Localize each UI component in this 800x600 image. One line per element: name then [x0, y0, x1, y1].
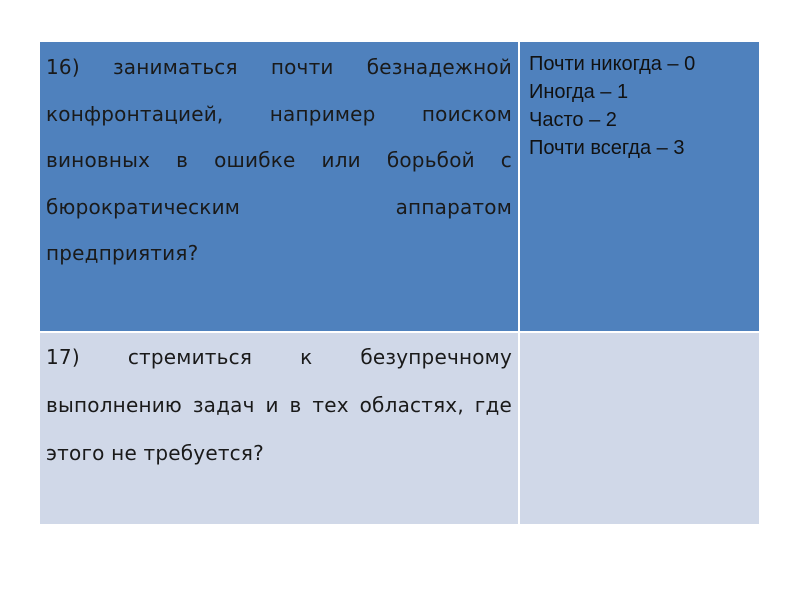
question-text: 17) стремиться к безупречному выполнению…: [46, 345, 512, 465]
questionnaire-table: 16) заниматься почти безнадежной конфрон…: [40, 42, 759, 524]
question-cell-16: 16) заниматься почти безнадежной конфрон…: [40, 42, 518, 331]
answer-scale-list: Почти никогда – 0 Иногда – 1 Часто – 2 П…: [520, 42, 759, 162]
question-text: 16) заниматься почти безнадежной конфрон…: [46, 55, 512, 265]
question-cell-17: 17) стремиться к безупречному выполнению…: [40, 333, 518, 524]
scale-option: Иногда – 1: [529, 81, 629, 103]
empty-answer-cell: [520, 333, 759, 524]
scale-cell: Почти никогда – 0 Иногда – 1 Часто – 2 П…: [520, 42, 759, 331]
scale-option: Почти всегда – 3: [529, 137, 685, 159]
scale-option: Почти никогда – 0: [529, 53, 696, 75]
scale-option: Часто – 2: [529, 109, 617, 131]
